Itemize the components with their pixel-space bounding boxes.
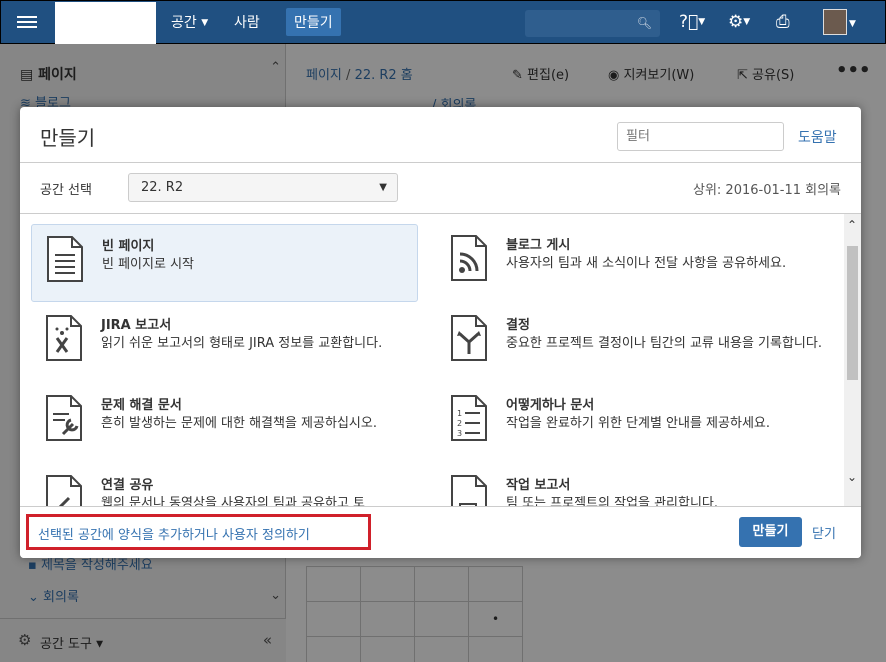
template-name: 블로그 게시 bbox=[506, 238, 571, 253]
nav-people[interactable]: 사람 bbox=[234, 12, 260, 32]
svg-text:3: 3 bbox=[457, 429, 462, 438]
share-link-icon bbox=[46, 475, 82, 506]
customize-templates-link[interactable]: 선택된 공간에 양식을 추가하거나 사용자 정의하기 bbox=[26, 514, 371, 550]
scrollbar-thumb[interactable] bbox=[847, 246, 858, 380]
template-description: 읽기 쉬운 보고서의 형태로 JIRA 정보를 교환합니다. bbox=[101, 336, 383, 351]
svg-text:1: 1 bbox=[457, 409, 462, 418]
create-dialog: 만들기 도움말 공간 선택 22. R2 ▼ 상위: 2016-01-11 회의… bbox=[20, 107, 861, 558]
task-report-icon bbox=[451, 475, 487, 506]
template-blank-page[interactable]: 빈 페이지 빈 페이지로 시작 bbox=[31, 224, 418, 302]
template-name: 문제 해결 문서 bbox=[101, 398, 182, 413]
jira-report-icon bbox=[46, 315, 82, 361]
svg-text:2: 2 bbox=[457, 419, 462, 428]
template-name: 연결 공유 bbox=[101, 478, 154, 493]
settings-menu[interactable]: ⚙▼ bbox=[728, 12, 750, 32]
template-description: 웹의 문서나 동영상을 사용자의 팀과 공유하고 토 bbox=[101, 496, 365, 506]
help-link[interactable]: 도움말 bbox=[798, 127, 837, 147]
nav-spaces[interactable]: 공간 ▼ bbox=[171, 12, 208, 32]
how-to-icon: 1 2 3 bbox=[451, 395, 487, 441]
template-task-report[interactable]: 작업 보고서 팀 또는 프로젝트의 작업을 관리합니다. bbox=[436, 464, 823, 506]
template-name: JIRA 보고서 bbox=[101, 318, 172, 333]
space-select-label: 공간 선택 bbox=[40, 183, 92, 198]
template-scrollbar[interactable]: ⌃ ⌄ bbox=[844, 214, 861, 506]
template-name: 어떻게하나 문서 bbox=[506, 398, 595, 413]
chevron-down-icon[interactable]: ▼ bbox=[849, 14, 856, 34]
template-description: 빈 페이지로 시작 bbox=[102, 257, 194, 272]
template-blog-post[interactable]: 블로그 게시 사용자의 팀과 새 소식이나 전달 사항을 공유하세요. bbox=[436, 224, 823, 302]
help-menu[interactable]: ?⃝▼ bbox=[679, 12, 705, 32]
dialog-header: 만들기 도움말 bbox=[20, 107, 861, 163]
chevron-down-icon[interactable]: ⌄ bbox=[847, 470, 857, 484]
template-name: 빈 페이지 bbox=[102, 239, 155, 254]
site-logo[interactable] bbox=[55, 2, 156, 44]
blank-page-icon bbox=[47, 236, 83, 282]
template-description: 사용자의 팀과 새 소식이나 전달 사항을 공유하세요. bbox=[506, 256, 787, 271]
search-input[interactable]: 🔍︎ bbox=[525, 10, 660, 37]
template-description: 작업을 완료하기 위한 단계별 안내를 제공하세요. bbox=[506, 416, 770, 431]
decision-icon bbox=[451, 315, 487, 361]
create-button[interactable]: 만들기 bbox=[739, 517, 802, 547]
search-icon: 🔍︎ bbox=[636, 16, 652, 30]
top-navigation-bar: 공간 ▼ 사람 만들기 🔍︎ ?⃝▼ ⚙▼ ⎙ ▼ bbox=[0, 0, 886, 44]
template-list: 빈 페이지 빈 페이지로 시작 블로그 게시 사용자의 팀과 새 소식이나 전달… bbox=[20, 214, 844, 506]
troubleshooting-icon bbox=[46, 395, 82, 441]
template-description: 중요한 프로젝트 결정이나 팀간의 교류 내용을 기록합니다. bbox=[506, 336, 822, 351]
template-description: 팀 또는 프로젝트의 작업을 관리합니다. bbox=[506, 496, 719, 506]
filter-input[interactable] bbox=[617, 122, 784, 151]
dialog-footer: 선택된 공간에 양식을 추가하거나 사용자 정의하기 만들기 닫기 bbox=[20, 506, 861, 558]
template-decision[interactable]: 결정 중요한 프로젝트 결정이나 팀간의 교류 내용을 기록합니다. bbox=[436, 304, 823, 382]
dialog-title: 만들기 bbox=[40, 126, 96, 150]
menu-icon[interactable] bbox=[17, 13, 37, 31]
space-select[interactable]: 22. R2 ▼ bbox=[128, 173, 398, 202]
template-description: 흔히 발생하는 문제에 대한 해결책을 제공하십시오. bbox=[101, 416, 377, 431]
dropdown-arrow-icon: ▼ bbox=[379, 182, 387, 193]
gear-icon: ⚙ bbox=[728, 12, 744, 32]
chevron-up-icon[interactable]: ⌃ bbox=[847, 218, 857, 232]
nav-create-button[interactable]: 만들기 bbox=[286, 8, 341, 36]
template-troubleshooting[interactable]: 문제 해결 문서 흔히 발생하는 문제에 대한 해결책을 제공하십시오. bbox=[31, 384, 418, 462]
space-select-row: 공간 선택 22. R2 ▼ 상위: 2016-01-11 회의록 bbox=[20, 163, 861, 214]
parent-page-info: 상위: 2016-01-11 회의록 bbox=[693, 183, 841, 198]
avatar[interactable] bbox=[823, 9, 847, 35]
template-name: 작업 보고서 bbox=[506, 478, 571, 493]
template-name: 결정 bbox=[506, 318, 530, 333]
inbox-button[interactable]: ⎙ bbox=[776, 12, 790, 32]
template-jira-report[interactable]: JIRA 보고서 읽기 쉬운 보고서의 형태로 JIRA 정보를 교환합니다. bbox=[31, 304, 418, 382]
close-link[interactable]: 닫기 bbox=[812, 523, 836, 542]
template-share-link[interactable]: 연결 공유 웹의 문서나 동영상을 사용자의 팀과 공유하고 토 bbox=[31, 464, 418, 506]
template-how-to[interactable]: 1 2 3 어떻게하나 문서 작업을 완료하기 위한 단계별 안내를 제공하세요… bbox=[436, 384, 823, 462]
inbox-icon: ⎙ bbox=[776, 12, 790, 32]
help-icon: ?⃝ bbox=[679, 12, 699, 32]
blog-icon bbox=[451, 235, 487, 281]
